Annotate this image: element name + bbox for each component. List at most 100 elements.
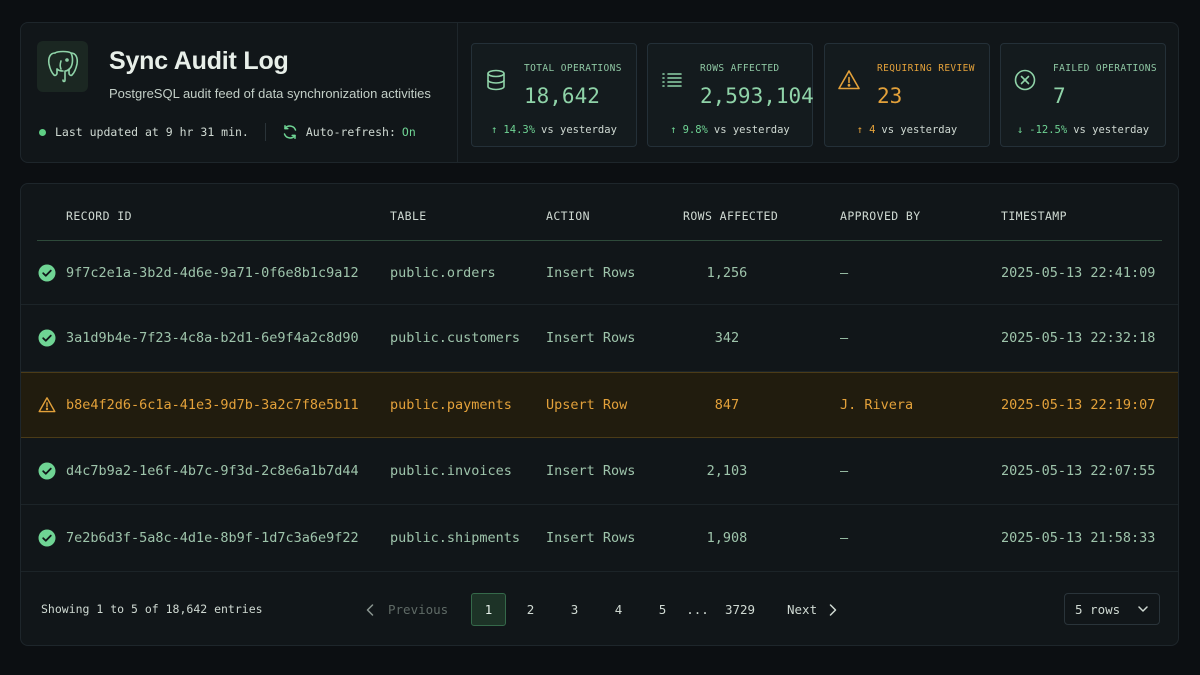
record-id-cell[interactable]: 9f7c2e1a-3b2d-4d6e-9a71-0f6e8b1c9a12 — [66, 265, 359, 281]
stat-label: ROWS AFFECTED — [700, 63, 780, 74]
stat-delta-value: 14.3% — [503, 124, 536, 136]
previous-page-button[interactable]: Previous — [366, 593, 448, 626]
previous-label: Previous — [388, 602, 449, 617]
stat-delta-suffix: vs yesterday — [541, 124, 617, 136]
auto-refresh-toggle[interactable]: On — [402, 125, 416, 139]
rows-affected-cell: 1,908 — [706, 530, 748, 546]
stat-value: 18,642 — [524, 84, 600, 108]
stat-label: TOTAL OPERATIONS — [524, 63, 622, 74]
stat-delta: ↑ 9.8% vs yesterday — [648, 124, 812, 136]
check-circle-icon — [38, 329, 56, 347]
refresh-icon[interactable] — [282, 124, 298, 140]
column-header-approved-by[interactable]: APPROVED BY — [840, 209, 921, 223]
page-button-4[interactable]: 4 — [601, 593, 636, 626]
stat-delta: ↓ -12.5% vs yesterday — [1001, 124, 1165, 136]
table-name-cell: public.orders — [390, 265, 496, 281]
column-header-table[interactable]: TABLE — [390, 209, 427, 223]
next-label: Next — [787, 602, 818, 617]
page-button-3[interactable]: 3 — [557, 593, 592, 626]
approved-by-cell: — — [840, 530, 849, 546]
page-button-2[interactable]: 2 — [513, 593, 548, 626]
approved-by-cell: — — [840, 265, 849, 281]
stat-delta-suffix: vs yesterday — [881, 124, 958, 136]
brand-area: Sync Audit Log PostgreSQL audit feed of … — [21, 23, 458, 162]
column-header-timestamp[interactable]: TIMESTAMP — [1001, 209, 1067, 223]
auto-refresh-label: Auto-refresh: — [305, 125, 396, 139]
approved-by-cell: — — [840, 330, 849, 346]
warning-icon — [837, 68, 861, 92]
check-circle-icon — [38, 462, 56, 480]
rows-affected-cell: 847 — [714, 397, 740, 413]
stat-value: 7 — [1053, 84, 1066, 108]
rows-per-page-select[interactable]: 5 rows — [1064, 593, 1160, 625]
arrow-up-icon: ↑ — [670, 124, 677, 136]
approved-by-cell: J. Rivera — [840, 397, 914, 413]
rows-per-page-value: 5 rows — [1075, 601, 1121, 617]
page-button-5[interactable]: 5 — [645, 593, 680, 626]
list-icon — [660, 68, 684, 92]
status-row: Last updated at 9 hr 31 min. Auto-refres… — [39, 123, 416, 141]
action-cell: Insert Rows — [546, 265, 636, 281]
header-card: Sync Audit Log PostgreSQL audit feed of … — [20, 22, 1179, 163]
stat-delta-suffix: vs yesterday — [713, 124, 790, 136]
timestamp-cell: 2025-05-13 22:19:07 — [1001, 397, 1156, 413]
header-divider — [457, 23, 458, 162]
page-button-last[interactable]: 3729 — [719, 593, 761, 626]
rows-affected-cell: 342 — [714, 330, 740, 346]
last-updated-text: Last updated at 9 hr 31 min. — [55, 125, 249, 139]
timestamp-cell: 2025-05-13 21:58:33 — [1001, 530, 1156, 546]
table-row[interactable]: d4c7b9a2-1e6f-4b7c-9f3d-2c8e6a1b7d44 pub… — [21, 438, 1178, 505]
stat-value: 2,593,104 — [700, 84, 814, 108]
chevron-down-icon — [1137, 603, 1149, 618]
stat-card-failed-operations: FAILED OPERATIONS 7 ↓ -12.5% vs yesterda… — [1000, 43, 1166, 147]
page-button-1[interactable]: 1 — [471, 593, 506, 626]
record-id-cell[interactable]: b8e4f2d6-6c1a-41e3-9d7b-3a2c7f8e5b11 — [66, 397, 359, 413]
rows-affected-cell: 2,103 — [706, 463, 748, 479]
rows-affected-cell: 1,256 — [706, 265, 748, 281]
arrow-up-icon: ↑ — [856, 124, 864, 136]
record-id-cell[interactable]: 7e2b6d3f-5a8c-4d1e-8b9f-1d7c3a6e9f22 — [66, 530, 359, 546]
action-cell: Insert Rows — [546, 330, 636, 346]
timestamp-cell: 2025-05-13 22:07:55 — [1001, 463, 1156, 479]
timestamp-cell: 2025-05-13 22:32:18 — [1001, 330, 1156, 346]
entries-summary: Showing 1 to 5 of 18,642 entries — [41, 602, 263, 616]
column-header-record-id[interactable]: RECORD ID — [66, 209, 132, 223]
action-cell: Upsert Row — [546, 397, 628, 413]
table-name-cell: public.invoices — [390, 463, 512, 479]
record-id-cell[interactable]: d4c7b9a2-1e6f-4b7c-9f3d-2c8e6a1b7d44 — [66, 463, 359, 479]
chevron-left-icon — [366, 603, 374, 616]
check-circle-icon — [38, 264, 56, 282]
status-divider — [264, 123, 266, 141]
live-status-dot — [39, 128, 46, 136]
stat-delta-value: 4 — [869, 124, 876, 136]
table-row-flagged[interactable]: b8e4f2d6-6c1a-41e3-9d7b-3a2c7f8e5b11 pub… — [21, 372, 1178, 438]
stat-card-total-operations: TOTAL OPERATIONS 18,642 ↑ 14.3% vs yeste… — [471, 43, 637, 147]
column-header-action[interactable]: ACTION — [546, 209, 590, 223]
database-icon — [484, 68, 508, 92]
audit-table-card: RECORD ID TABLE ACTION ROWS AFFECTED APP… — [20, 183, 1179, 646]
table-row[interactable]: 3a1d9b4e-7f23-4c8a-b2d1-6e9f4a2c8d90 pub… — [21, 305, 1178, 372]
table-name-cell: public.payments — [390, 397, 512, 413]
page-title: Sync Audit Log — [109, 47, 289, 75]
table-name-cell: public.customers — [390, 330, 521, 346]
check-circle-icon — [38, 529, 56, 547]
stat-card-requiring-review: REQUIRING REVIEW 23 ↑ 4 vs yesterday — [824, 43, 990, 147]
table-name-cell: public.shipments — [390, 530, 521, 546]
stat-delta-value: 9.8% — [682, 124, 708, 136]
next-page-button[interactable]: Next — [787, 593, 837, 626]
action-cell: Insert Rows — [546, 530, 636, 546]
table-row[interactable]: 9f7c2e1a-3b2d-4d6e-9a71-0f6e8b1c9a12 pub… — [21, 242, 1178, 305]
record-id-cell[interactable]: 3a1d9b4e-7f23-4c8a-b2d1-6e9f4a2c8d90 — [66, 330, 359, 346]
page-subtitle: PostgreSQL audit feed of data synchroniz… — [109, 86, 431, 101]
column-header-rows-affected[interactable]: ROWS AFFECTED — [683, 209, 778, 223]
stat-delta-suffix: vs yesterday — [1073, 124, 1150, 136]
stat-value: 23 — [877, 84, 903, 108]
stat-label: REQUIRING REVIEW — [877, 63, 975, 74]
postgresql-elephant-icon — [37, 41, 88, 92]
page-ellipsis: ... — [686, 602, 709, 617]
stat-delta-value: -12.5% — [1029, 124, 1068, 136]
table-row[interactable]: 7e2b6d3f-5a8c-4d1e-8b9f-1d7c3a6e9f22 pub… — [21, 505, 1178, 572]
action-cell: Insert Rows — [546, 463, 636, 479]
stat-card-rows-affected: ROWS AFFECTED 2,593,104 ↑ 9.8% vs yester… — [647, 43, 814, 147]
stat-delta: ↑ 14.3% vs yesterday — [472, 124, 636, 136]
